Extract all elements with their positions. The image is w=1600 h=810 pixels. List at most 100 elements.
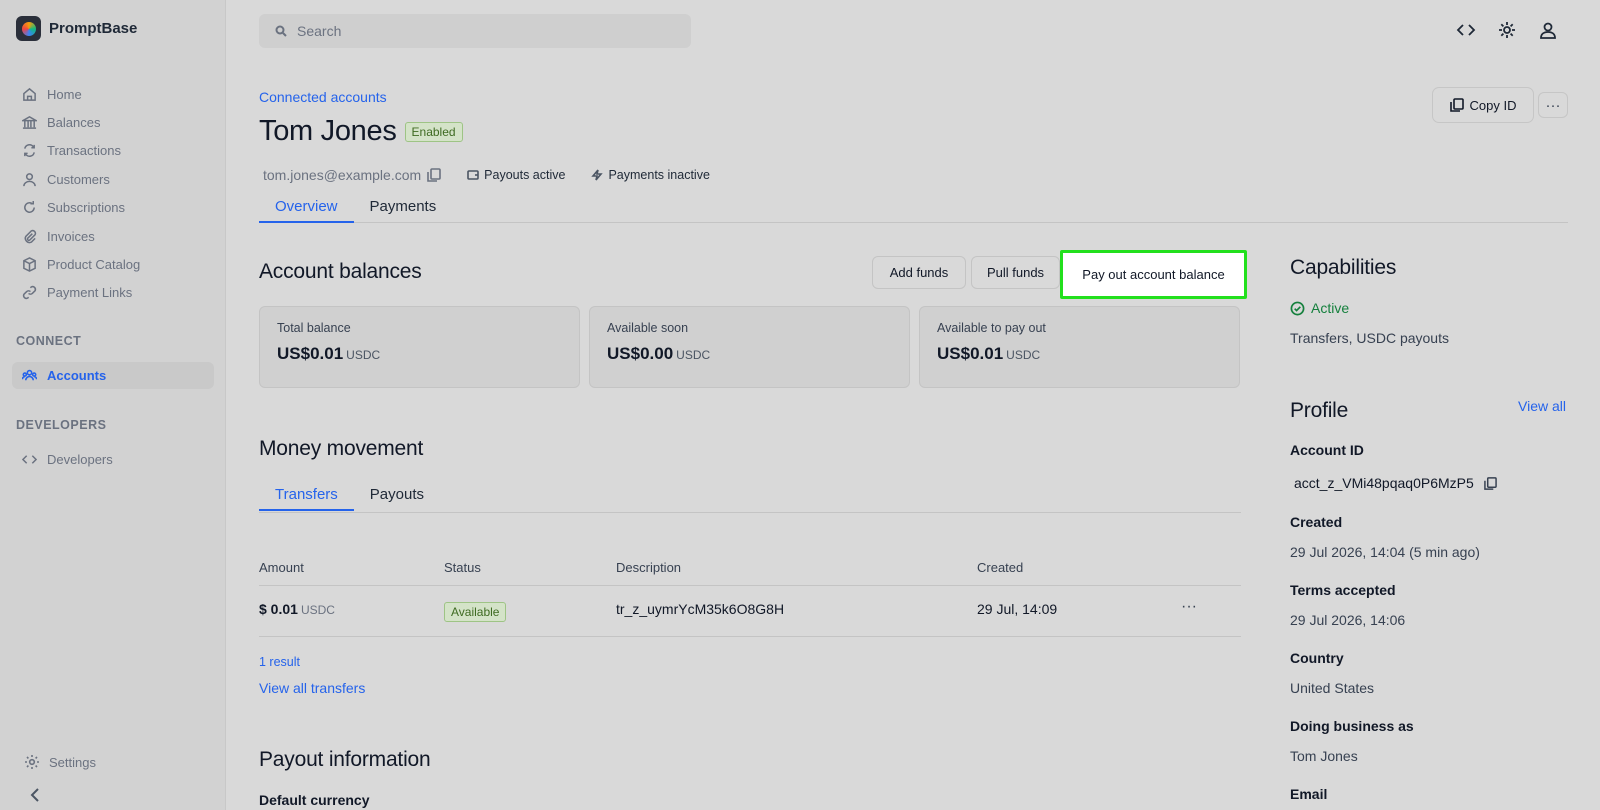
capabilities-status-label: Active xyxy=(1311,300,1350,316)
capabilities-status: Active xyxy=(1290,300,1349,316)
sidebar-item-subscriptions[interactable]: Subscriptions xyxy=(12,194,214,222)
account-email: tom.jones@example.com xyxy=(263,167,422,183)
copy-id-label: Copy ID xyxy=(1469,97,1517,113)
code-icon xyxy=(1456,24,1476,36)
doing-business-as-value: Tom Jones xyxy=(1290,748,1358,764)
sidebar-item-home[interactable]: Home xyxy=(12,80,214,108)
more-actions-button[interactable]: ··· xyxy=(1538,92,1568,118)
sidebar-item-invoices[interactable]: Invoices xyxy=(12,222,214,250)
wallet-icon xyxy=(467,170,479,180)
user-icon xyxy=(23,172,36,187)
refresh-icon xyxy=(24,201,35,214)
sidebar-item-label: Subscriptions xyxy=(47,200,126,216)
add-funds-button[interactable]: Add funds xyxy=(872,256,966,289)
profile-view-all-link[interactable]: View all xyxy=(1518,398,1566,414)
result-count: 1 result xyxy=(259,655,300,669)
sidebar-item-label: Product Catalog xyxy=(47,257,141,273)
email-label: Email xyxy=(1290,786,1328,802)
brand[interactable]: PromptBase xyxy=(16,16,137,41)
account-id: acct_z_VMi48pqaq0P6MzP5 xyxy=(1294,475,1497,491)
settings-link[interactable]: Settings xyxy=(24,754,96,770)
pull-funds-button[interactable]: Pull funds xyxy=(971,256,1060,289)
sidebar-item-product-catalog[interactable]: Product Catalog xyxy=(12,250,214,278)
sidebar-nav: Home Balances Transactions Customers Sub… xyxy=(12,80,214,307)
developers-heading: DEVELOPERS xyxy=(16,418,107,432)
balance-label: Available to pay out xyxy=(937,321,1046,335)
balance-label: Available soon xyxy=(607,321,689,335)
transfer-description[interactable]: tr_z_uymrYcM35k6O8G8H xyxy=(616,601,784,617)
paperclip-icon xyxy=(24,229,37,243)
total-balance-card: Total balance US$0.01 USDC xyxy=(259,306,580,388)
payout-information-title: Payout information xyxy=(259,748,431,771)
view-all-transfers-link[interactable]: View all transfers xyxy=(259,680,365,696)
row-more-actions-button[interactable]: ··· xyxy=(1181,598,1197,616)
status-badge: Enabled xyxy=(404,121,463,142)
payments-status: Payments inactive xyxy=(591,168,710,182)
sidebar-item-label: Customers xyxy=(47,171,110,187)
user-icon xyxy=(1540,22,1556,39)
tab-transfers[interactable]: Transfers xyxy=(259,481,354,511)
search-input[interactable] xyxy=(297,23,677,39)
copy-email-button[interactable] xyxy=(427,168,441,182)
settings-button[interactable] xyxy=(1497,20,1517,40)
search-icon xyxy=(275,25,287,37)
breadcrumb[interactable]: Connected accounts xyxy=(259,89,387,105)
money-movement-tabs: Transfers Payouts xyxy=(259,481,1241,513)
available-soon-card: Available soon US$0.00 USDC xyxy=(589,306,910,388)
sidebar-item-customers[interactable]: Customers xyxy=(12,165,214,193)
copy-id-button[interactable]: Copy ID xyxy=(1432,87,1534,123)
country-value: United States xyxy=(1290,680,1375,696)
column-header-description[interactable]: Description xyxy=(616,560,681,575)
accounts-icon xyxy=(22,369,37,381)
terms-accepted-value: 29 Jul 2026, 14:06 xyxy=(1290,612,1406,628)
tab-overview[interactable]: Overview xyxy=(259,193,354,223)
sidebar-item-balances[interactable]: Balances xyxy=(12,108,214,136)
sidebar-item-developers[interactable]: Developers xyxy=(12,445,214,473)
page-title: Tom Jones xyxy=(259,115,397,147)
sidebar-item-accounts[interactable]: Accounts xyxy=(12,362,214,389)
home-icon xyxy=(23,87,36,101)
tab-payments[interactable]: Payments xyxy=(354,193,453,223)
bank-icon xyxy=(22,116,37,129)
sidebar-item-label: Transactions xyxy=(47,143,121,159)
pay-out-account-balance-button[interactable]: Pay out account balance xyxy=(1060,250,1247,299)
sidebar-item-label: Invoices xyxy=(47,228,95,244)
account-meta: tom.jones@example.com Payouts active Pay… xyxy=(263,167,710,183)
country-label: Country xyxy=(1290,650,1344,666)
money-movement-title: Money movement xyxy=(259,437,424,460)
terms-accepted-label: Terms accepted xyxy=(1290,582,1396,598)
box-icon xyxy=(23,257,36,272)
account-balances-title: Account balances xyxy=(259,260,422,283)
code-icon xyxy=(22,454,37,464)
balance-unit: USDC xyxy=(346,348,381,362)
balance-value: US$0.00 USDC xyxy=(607,344,711,363)
tab-payouts[interactable]: Payouts xyxy=(354,481,440,511)
created-value: 29 Jul 2026, 14:04 (5 min ago) xyxy=(1290,544,1480,560)
transfer-status-badge: Available xyxy=(444,602,507,622)
balance-unit: USDC xyxy=(1006,348,1041,362)
profile-title: Profile xyxy=(1290,399,1349,422)
developer-code-button[interactable] xyxy=(1456,20,1476,40)
sidebar: PromptBase Home Balances Transactions Cu… xyxy=(0,0,226,810)
balance-unit: USDC xyxy=(676,348,711,362)
sidebar-item-label: Home xyxy=(47,86,82,102)
collapse-sidebar-button[interactable] xyxy=(26,786,44,804)
chevron-left-icon xyxy=(30,788,39,802)
transfer-created: 29 Jul, 14:09 xyxy=(977,601,1058,617)
transactions-icon xyxy=(24,144,35,158)
default-currency-label: Default currency xyxy=(259,792,370,808)
sidebar-item-transactions[interactable]: Transactions xyxy=(12,137,214,165)
balance-value: US$0.01 USDC xyxy=(277,344,381,363)
table-row-divider xyxy=(259,636,1241,637)
sidebar-item-label: Balances xyxy=(47,115,101,131)
column-header-created[interactable]: Created xyxy=(977,560,1023,575)
sidebar-item-payment-links[interactable]: Payment Links xyxy=(12,279,214,307)
check-circle-icon xyxy=(1290,301,1305,315)
column-header-amount[interactable]: Amount xyxy=(259,560,304,575)
column-header-status[interactable]: Status xyxy=(444,560,481,575)
payments-status-label: Payments inactive xyxy=(608,168,710,182)
search-bar[interactable] xyxy=(259,14,691,48)
copy-icon[interactable] xyxy=(1483,476,1497,490)
account-tabs: Overview Payments xyxy=(259,193,1568,223)
profile-button[interactable] xyxy=(1538,20,1558,40)
